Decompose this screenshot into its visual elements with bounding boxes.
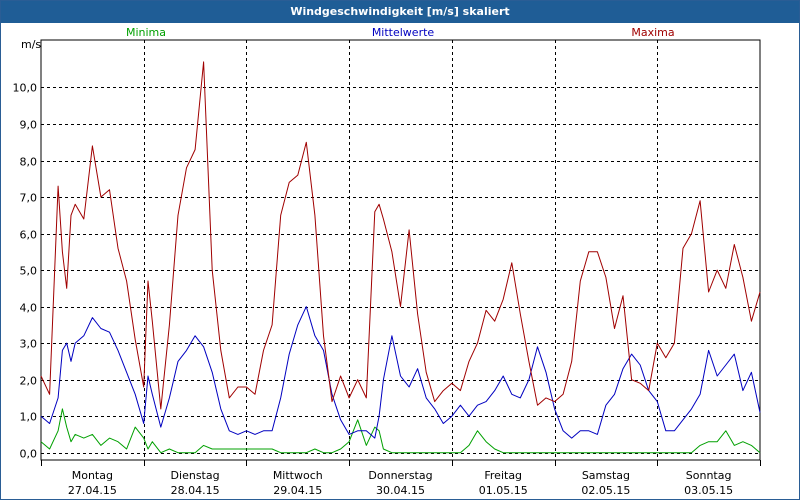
y-tick-label: 6,0 <box>20 229 38 242</box>
x-tick-date: 27.04.15 <box>68 484 117 497</box>
x-tick-weekday: Mittwoch <box>273 469 323 482</box>
y-axis-unit: m/s <box>21 38 41 51</box>
y-tick-label: 3,0 <box>20 338 38 351</box>
wind-speed-chart: 0,0 1,0 2,0 3,0 4,0 5,0 6,0 7,0 8,0 9,0 10,0 Monta… <box>13 26 761 497</box>
x-tick-date: 01.05.15 <box>479 484 528 497</box>
legend-minima: Minima <box>126 26 166 39</box>
x-tick-date: 30.04.15 <box>376 484 425 497</box>
y-tick-label: 4,0 <box>20 302 38 315</box>
chart-window: Windgeschwindigkeit [m/s] skaliert 0,0 1,… <box>0 0 800 500</box>
x-tick-date: 28.04.15 <box>171 484 220 497</box>
legend-mittelwerte: Mittelwerte <box>372 26 435 39</box>
x-tick-weekday: Donnerstag <box>368 469 432 482</box>
legend-maxima: Maxima <box>631 26 674 39</box>
x-tick-weekday: Sonntag <box>686 469 732 482</box>
y-tick-label: 9,0 <box>20 119 38 132</box>
series-line-minima <box>40 408 761 454</box>
y-tick-label: 5,0 <box>20 265 38 278</box>
x-tick-weekday: Dienstag <box>171 469 220 482</box>
window-title: Windgeschwindigkeit [m/s] skaliert <box>1 1 799 23</box>
y-tick-label: 7,0 <box>20 192 38 205</box>
x-tick-weekday: Freitag <box>484 469 522 482</box>
x-tick-date: 02.05.15 <box>581 484 630 497</box>
x-tick-weekday: Samstag <box>582 469 630 482</box>
plot-area-frame <box>40 39 761 461</box>
x-tick-weekday: Montag <box>72 469 113 482</box>
y-tick-label: 1,0 <box>20 411 38 424</box>
x-tick-date: 03.05.15 <box>684 484 733 497</box>
y-tick-label: 8,0 <box>20 156 38 169</box>
y-tick-label: 10,0 <box>13 82 38 95</box>
y-tick-label: 0,0 <box>20 448 38 461</box>
series-line-maxima <box>40 61 761 410</box>
x-tick-date: 29.04.15 <box>273 484 322 497</box>
y-tick-label: 2,0 <box>20 375 38 388</box>
